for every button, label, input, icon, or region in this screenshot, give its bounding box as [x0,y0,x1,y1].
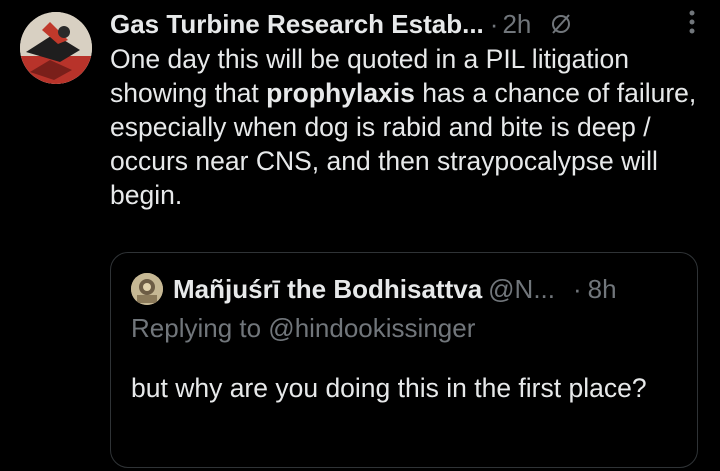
separator-dot: · [489,8,499,39]
quoted-post-text: but why are you doing this in the first … [131,373,647,403]
author-avatar[interactable] [20,12,92,84]
quoted-author-name[interactable]: Mañjuśrī the Bodhisattva [173,274,482,305]
grok-icon[interactable] [549,12,573,36]
quoted-post[interactable]: Mañjuśrī the Bodhisattva @N... · 8h Repl… [110,252,698,468]
quoted-post-timestamp[interactable]: 8h [588,274,617,305]
post-header: Gas Turbine Research Estab... · 2h [110,6,720,42]
quoted-author-avatar[interactable] [131,273,163,305]
author-name[interactable]: Gas Turbine Research Estab... [110,9,484,40]
more-options-icon[interactable] [688,8,696,41]
quoted-author-handle[interactable]: @N... [488,274,555,305]
post-text: One day this will be quoted in a PIL lit… [110,42,700,212]
quoted-post-header: Mañjuśrī the Bodhisattva @N... · 8h [131,271,691,307]
separator-dot: · [573,273,582,304]
post-text-highlight: prophylaxis [266,78,415,108]
post-timestamp[interactable]: 2h [502,9,531,40]
replying-to: Replying to @hindookissinger [131,313,476,343]
